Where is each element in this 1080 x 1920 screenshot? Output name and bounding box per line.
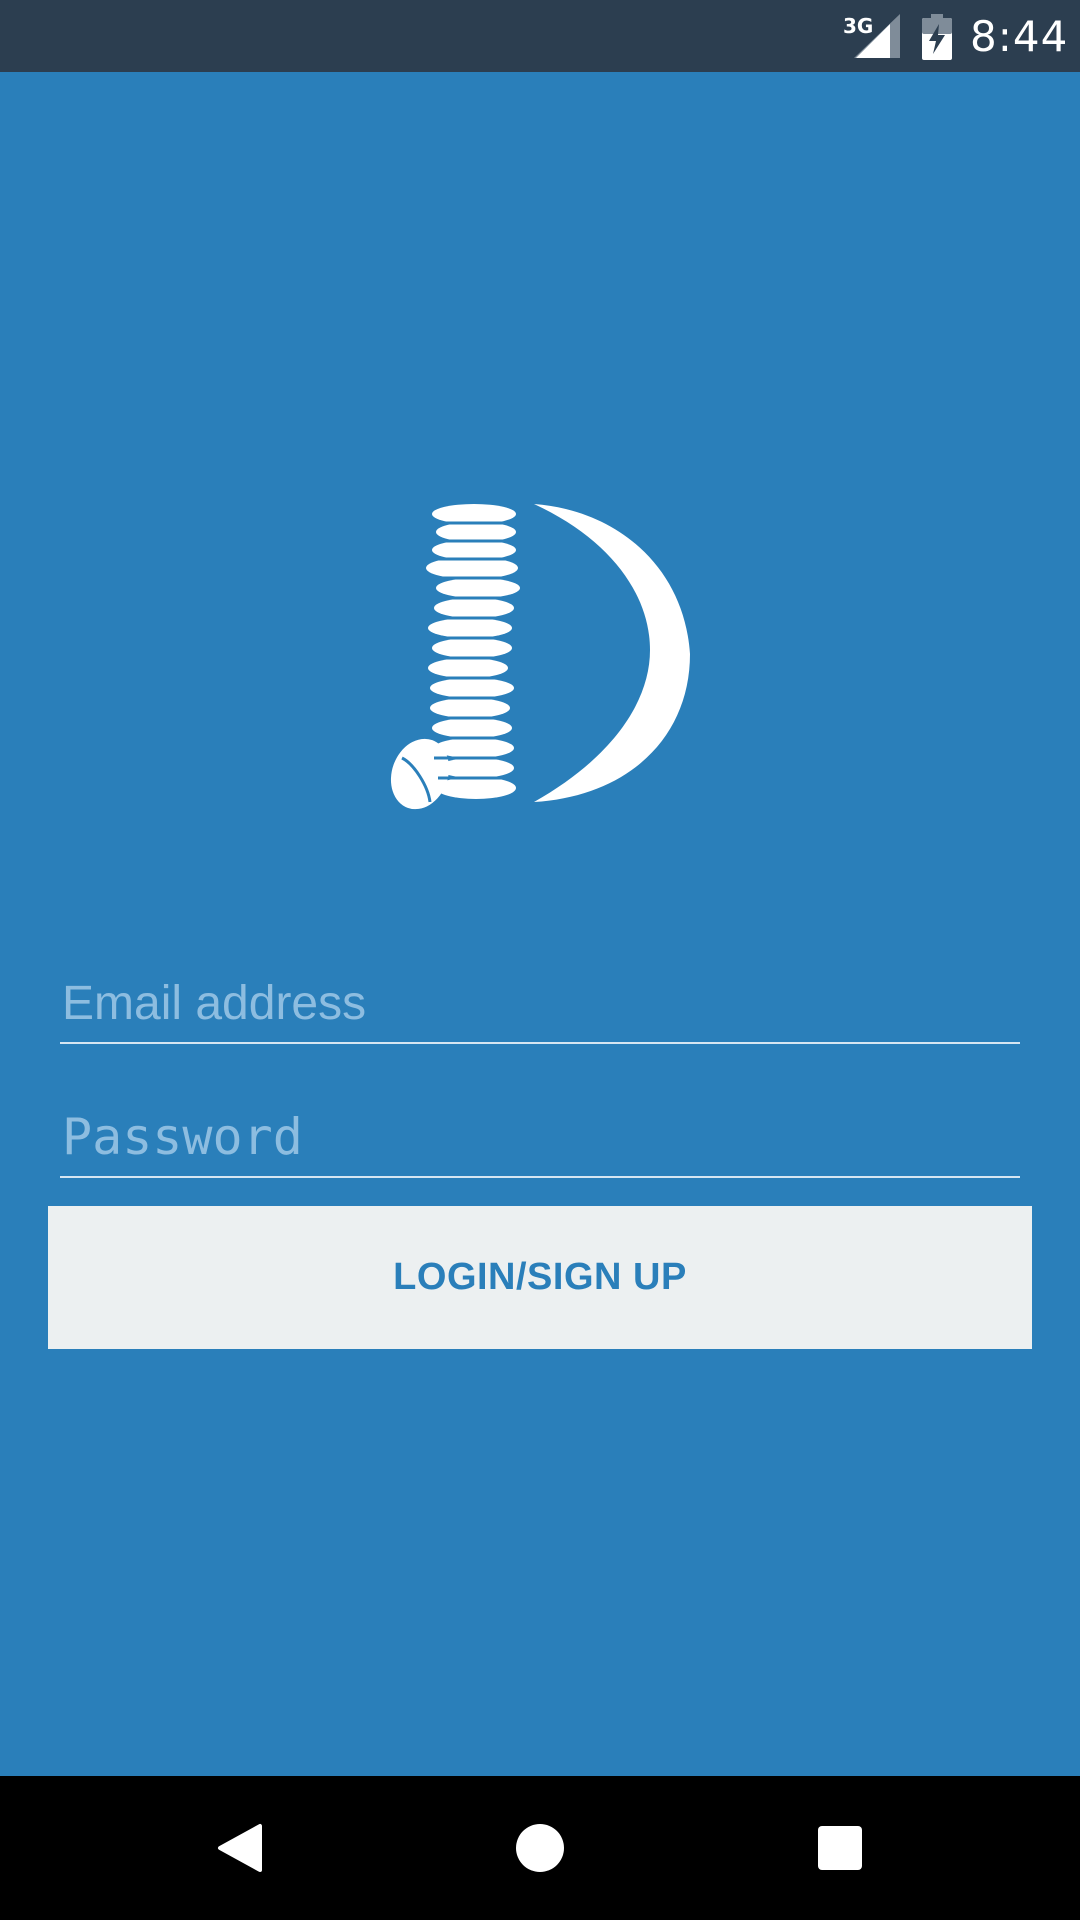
- back-icon: [218, 1824, 262, 1872]
- home-icon: [516, 1824, 564, 1872]
- email-field[interactable]: [60, 964, 1020, 1044]
- status-bar: 3G 8:44: [0, 0, 1080, 72]
- clock: 8:44: [970, 12, 1069, 61]
- battery-charging-icon: [922, 14, 952, 60]
- home-button[interactable]: [500, 1808, 580, 1888]
- recents-icon: [818, 1826, 862, 1870]
- back-button[interactable]: [200, 1808, 280, 1888]
- navigation-bar: [0, 1776, 1080, 1920]
- login-screen: 3G 8:44 Email address LOGIN/SIGN UP: [0, 0, 1080, 1920]
- recents-button[interactable]: [800, 1808, 880, 1888]
- login-signup-button[interactable]: LOGIN/SIGN UP: [48, 1206, 1032, 1349]
- coin-stack-moon-logo: [390, 504, 690, 810]
- signal-icon: [854, 14, 900, 58]
- password-field[interactable]: [60, 1098, 1020, 1178]
